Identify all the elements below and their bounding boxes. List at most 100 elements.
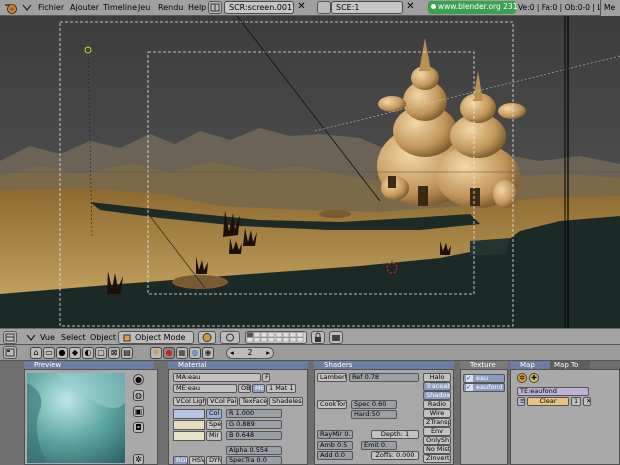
preview-flat-icon[interactable]: ● [133,374,144,385]
col-button[interactable]: Col [206,409,222,419]
alpha-slider[interactable]: Alpha 0.554 [226,446,282,455]
radio-toggle[interactable]: Radio [423,400,451,409]
specular-color-swatch[interactable] [173,420,205,430]
menu-jeu[interactable]: Jeu [138,3,150,12]
script-icon[interactable]: ◆ [69,347,81,359]
texture-browse-button[interactable]: ≡ [517,397,525,406]
spe-button[interactable]: Spe [206,420,222,430]
check-icon[interactable]: ✓ [466,375,473,382]
texture-add-icon[interactable]: ✚ [529,373,539,383]
material-buttons-icon[interactable]: ● [163,347,175,359]
preview-sphere-icon[interactable]: ◍ [133,390,144,401]
texture-slot-1[interactable]: ✓ eau [463,374,505,383]
logic-icon[interactable]: ● [56,347,68,359]
texture-users-field[interactable]: 1 [571,397,581,406]
specular-shader-select[interactable]: CookTor [317,400,347,409]
env-toggle[interactable]: Env [423,427,451,436]
material-name-field[interactable]: MA:eau [173,373,261,382]
material-panel-title[interactable]: Material [168,361,308,369]
wire-toggle[interactable]: Wire [423,409,451,418]
texture-unlink-button[interactable]: ✕ [583,397,591,406]
vcol-light-toggle[interactable]: VCol Light [173,397,206,406]
add-slider[interactable]: Add 0.0 [317,451,353,460]
world-buttons-icon[interactable]: ◉ [202,347,214,359]
pivot-button[interactable] [220,331,240,344]
editor-type-button[interactable] [3,346,17,359]
texture-slot-2[interactable]: ✓ eaufond [463,383,505,392]
object-icon[interactable]: ▢ [95,347,107,359]
diffuse-shader-select[interactable]: Lambert [317,373,347,382]
spec-slider[interactable]: Spec 0.60 [351,400,397,409]
preview-light-icon[interactable]: ✲ [133,454,144,465]
material-fake-user-button[interactable]: F [262,373,270,382]
preview-monkey-icon[interactable]: ◘ [133,422,144,433]
amb-slider[interactable]: Amb 0.5 [317,441,353,450]
tab-map-input[interactable]: Map Input [510,361,550,377]
zinvert-toggle[interactable]: ZInvert [423,454,451,463]
dyn-button[interactable]: DYN [206,456,222,465]
draw-type-button[interactable] [198,331,216,344]
frame-counter[interactable]: ◂ 2 ▸ [226,347,274,359]
3d-viewport[interactable] [0,16,620,328]
editing-icon[interactable]: ⊠ [108,347,120,359]
menu-collapse-icon[interactable] [26,334,36,341]
increment-icon[interactable]: ▸ [266,348,273,358]
shaders-panel-title[interactable]: Shaders [314,361,454,369]
view-align-icon[interactable]: ▭ [43,347,55,359]
clear-texture-button[interactable]: Clear [527,397,569,406]
menu-select[interactable]: Select [61,333,86,342]
material-index-field[interactable]: 1 Mat 1 [266,384,296,393]
hard-slider[interactable]: Hard:50 [351,410,397,419]
depth-field[interactable]: Depth: 1 [371,430,419,439]
blender-logo-icon[interactable] [4,2,18,14]
b-slider[interactable]: B 0.648 [226,431,282,440]
ref-slider[interactable]: Ref 0.78 [349,373,419,382]
halo-toggle[interactable]: Halo [423,373,451,382]
blender-url-badge[interactable]: www.blender.org 231 [428,1,517,14]
lamp-buttons-icon[interactable]: ✲ [150,347,162,359]
preview-cube-icon[interactable]: ▣ [133,406,144,417]
menu-rendu[interactable]: Rendu [158,3,183,12]
r-slider[interactable]: R 1.000 [226,409,282,418]
zoffs-field[interactable]: Zoffs: 0.000 [371,451,419,460]
mir-button[interactable]: Mir [206,431,222,441]
menu-ajouter[interactable]: Ajouter [70,3,99,12]
rgb-button[interactable]: RGB [173,456,188,465]
raymir-slider[interactable]: RayMir 0. [317,430,353,439]
render-preview-button[interactable] [329,331,343,344]
menu-fichier[interactable]: Fichier [38,3,64,12]
home-icon[interactable]: ⌂ [30,347,42,359]
no-mist-toggle[interactable]: No Mist [423,445,451,454]
vcol-paint-toggle[interactable]: VCol Paint [207,397,238,406]
mirror-color-swatch[interactable] [173,431,205,441]
texture-name-field[interactable]: TE:eaufond [517,387,589,396]
check-icon[interactable]: ✓ [466,384,473,391]
editor-type-button[interactable] [3,331,17,344]
scene-icon[interactable]: ▤ [121,347,133,359]
screen-browse-button[interactable] [208,1,222,14]
screen-name-field[interactable]: SCR:screen.001 [224,1,294,14]
shadeless-toggle[interactable]: Shadeless [269,397,303,406]
texture-channel-icon[interactable]: ✲ [517,373,527,383]
layer-buttons[interactable] [245,331,307,344]
mode-select[interactable]: Object Mode [118,331,194,344]
traceable-toggle[interactable]: Traceabl [423,382,451,391]
menu-help[interactable]: Help [188,3,206,12]
tab-map-to[interactable]: Map To [550,361,590,369]
shadow-toggle[interactable]: Shadow [423,391,451,400]
menu-object[interactable]: Object [90,333,116,342]
onlyshadow-toggle[interactable]: OnlySh [423,436,451,445]
preview-panel-title[interactable]: Preview [24,361,154,369]
menu-timeline[interactable]: Timeline [103,3,137,12]
g-slider[interactable]: G 0.889 [226,420,282,429]
scene-browse-button[interactable] [317,1,331,14]
mesh-name-field[interactable]: ME:eau [173,384,237,393]
texture-panel-title[interactable]: Texture [460,361,508,369]
screen-delete-button[interactable]: ✕ [295,1,308,14]
ob-link-button[interactable]: OB [238,384,251,393]
ztransp-toggle[interactable]: ZTransp [423,418,451,427]
diffuse-color-swatch[interactable] [173,409,205,419]
lock-button[interactable] [311,331,325,344]
menu-collapse-icon[interactable] [22,4,32,12]
scene-name-field[interactable]: SCE:1 [331,1,403,14]
